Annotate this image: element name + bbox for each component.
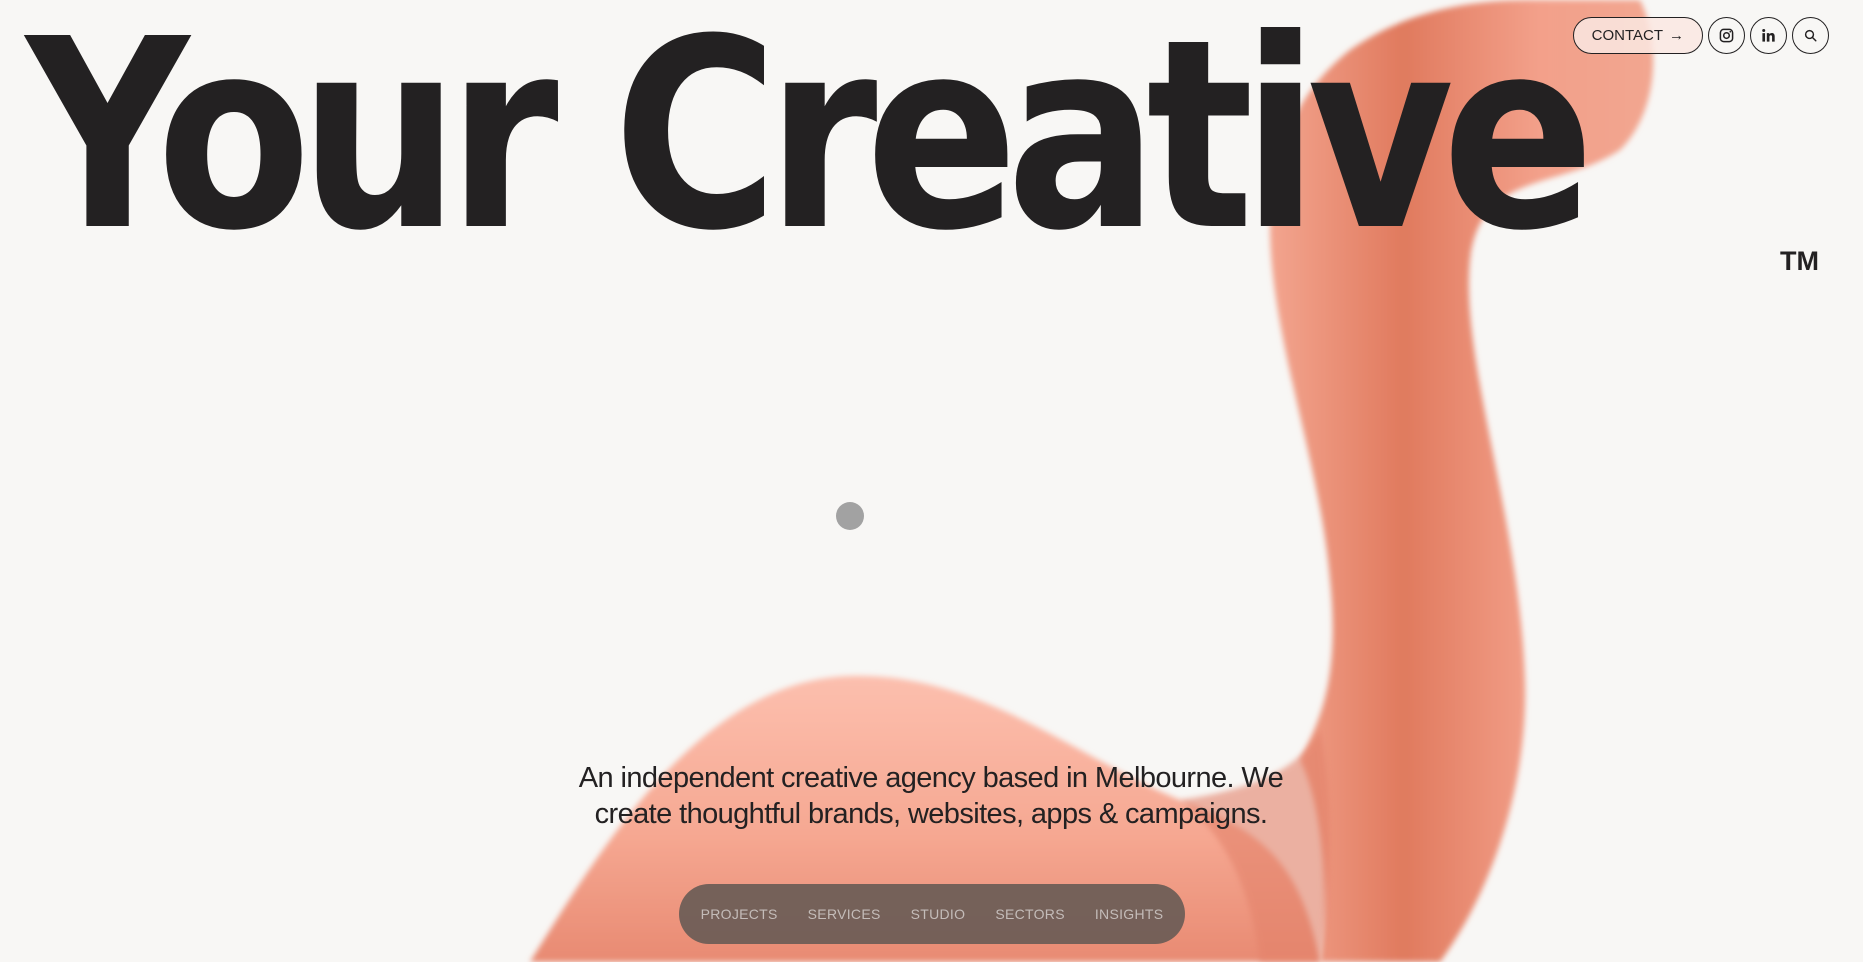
search-icon: [1804, 29, 1817, 42]
linkedin-icon: [1762, 28, 1775, 42]
trademark-symbol: TM: [1780, 246, 1819, 276]
search-button[interactable]: [1792, 17, 1829, 54]
tagline-line-1: An independent creative agency based in …: [578, 762, 1284, 794]
nav-item-studio[interactable]: STUDIO: [911, 906, 966, 922]
nav-item-services[interactable]: SERVICES: [808, 906, 881, 922]
cursor-indicator: [836, 502, 864, 530]
linkedin-button[interactable]: [1750, 17, 1787, 54]
contact-button[interactable]: CONTACT →: [1572, 17, 1703, 54]
tagline-line-2: create thoughtful brands, websites, apps…: [594, 798, 1268, 830]
nav-item-projects[interactable]: PROJECTS: [701, 906, 778, 922]
agency-tagline: An independent creative agency based in …: [531, 760, 1331, 832]
header-actions: CONTACT →: [1572, 17, 1829, 54]
nav-item-sectors[interactable]: SECTORS: [995, 906, 1065, 922]
instagram-icon: [1719, 28, 1734, 43]
contact-button-label: CONTACT: [1591, 27, 1663, 44]
page: Your Creative TM CONTACT → An independen…: [0, 0, 1863, 962]
arrow-right-icon: →: [1669, 27, 1684, 44]
main-navigation: PROJECTS SERVICES STUDIO SECTORS INSIGHT…: [679, 884, 1185, 944]
nav-item-insights[interactable]: INSIGHTS: [1095, 906, 1164, 922]
hero-title: Your Creative: [26, 0, 1595, 288]
instagram-button[interactable]: [1708, 17, 1745, 54]
